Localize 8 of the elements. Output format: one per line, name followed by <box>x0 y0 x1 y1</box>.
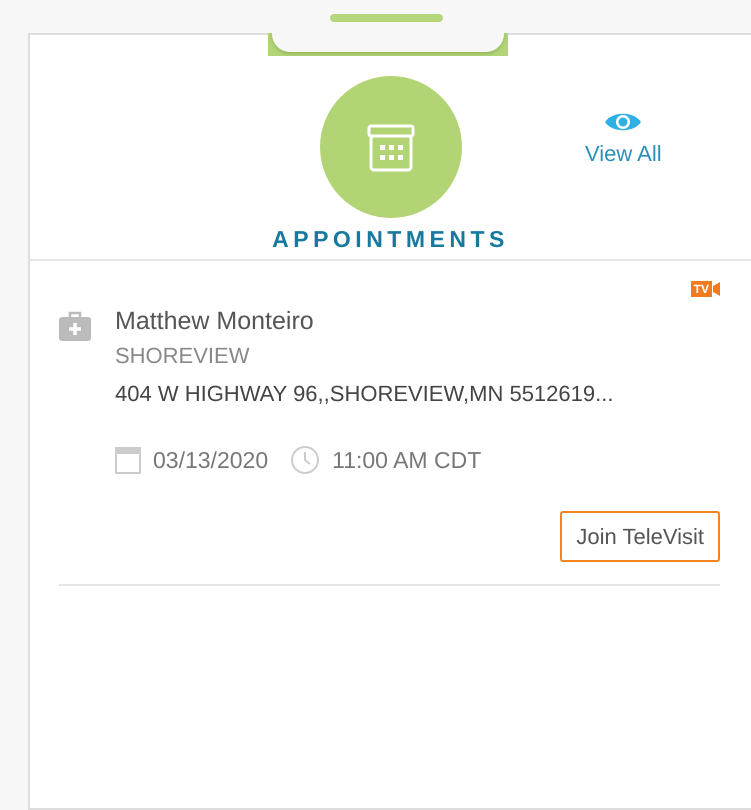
appointment-date: 03/13/2020 <box>153 446 268 474</box>
join-televisit-button[interactable]: Join TeleVisit <box>560 511 720 562</box>
view-all-link[interactable]: View All <box>585 111 662 167</box>
appointment-time: 11:00 AM CDT <box>332 446 482 474</box>
provider-name: Matthew Monteiro <box>115 306 315 337</box>
location-name: SHOREVIEW <box>115 342 250 370</box>
address-text: 404 W HIGHWAY 96,,SHOREVIEW,MN 5512619... <box>115 380 614 408</box>
section-title: APPOINTMENTS <box>272 226 509 253</box>
